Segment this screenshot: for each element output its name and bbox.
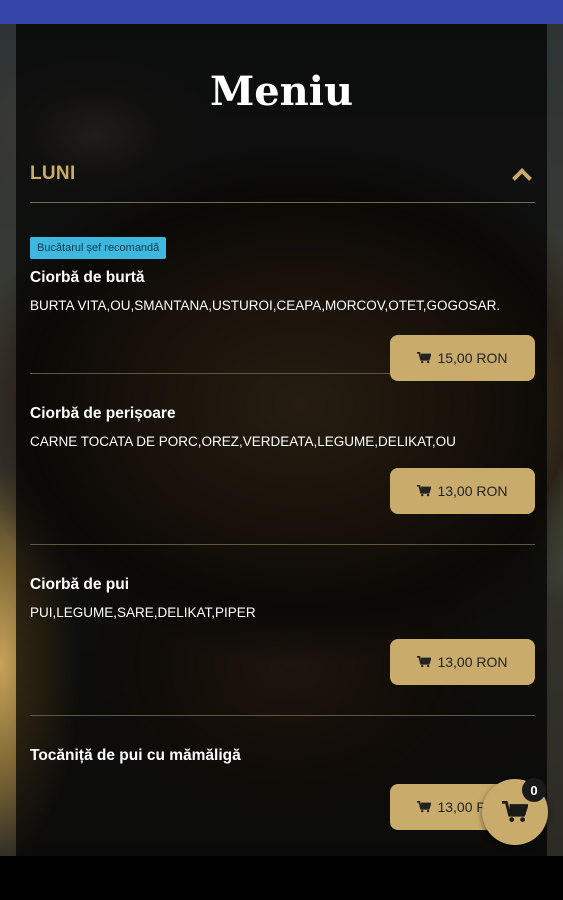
cart-icon [417, 485, 432, 497]
status-bar [0, 0, 563, 24]
item-name: Ciorbă de perișoare [30, 405, 176, 422]
menu-item: Ciorbă de pui PUI,LEGUME,SARE,DELIKAT,PI… [30, 545, 535, 716]
item-name: Ciorbă de burtă [30, 269, 145, 286]
day-label: LUNI [30, 163, 76, 184]
price-label: 15,00 RON [437, 350, 508, 366]
price-label: 13,00 RON [437, 654, 508, 670]
item-description: PUI,LEGUME,SARE,DELIKAT,PIPER [30, 605, 256, 620]
item-description: CARNE TOCATA DE PORC,OREZ,VERDEATA,LEGUM… [30, 434, 456, 449]
add-to-cart-button[interactable]: 13,00 RON [390, 468, 535, 514]
shopping-cart-icon [502, 801, 528, 822]
item-description: BURTA VITA,OU,SMANTANA,USTUROI,CEAPA,MOR… [30, 298, 501, 313]
menu-item: Tocăniță de pui cu mămăligă 13,00 RON [30, 716, 535, 856]
item-name: Ciorbă de pui [30, 576, 130, 593]
menu-panel[interactable]: Meniu LUNI Bucătarul șef recomandă Ciorb… [16, 24, 547, 856]
menu-item: Ciorbă de perișoare CARNE TOCATA DE PORC… [30, 374, 535, 545]
system-navigation-bar [0, 856, 563, 900]
menu-list: Bucătarul șef recomandă Ciorbă de burtă … [30, 203, 535, 856]
menu-item: Bucătarul șef recomandă Ciorbă de burtă … [30, 203, 535, 381]
page-title: Meniu [209, 68, 354, 115]
chevron-up-icon[interactable] [512, 168, 532, 188]
cart-count-badge: 0 [522, 778, 546, 802]
add-to-cart-button[interactable]: 13,00 RON [390, 639, 535, 685]
cart-icon [417, 656, 432, 668]
item-name: Tocăniță de pui cu mămăligă [30, 747, 241, 764]
chef-recommends-badge: Bucătarul șef recomandă [30, 237, 167, 259]
cart-icon [417, 352, 432, 364]
cart-icon [417, 801, 432, 813]
day-section-header[interactable]: LUNI [30, 159, 535, 203]
price-label: 13,00 RON [437, 483, 508, 499]
